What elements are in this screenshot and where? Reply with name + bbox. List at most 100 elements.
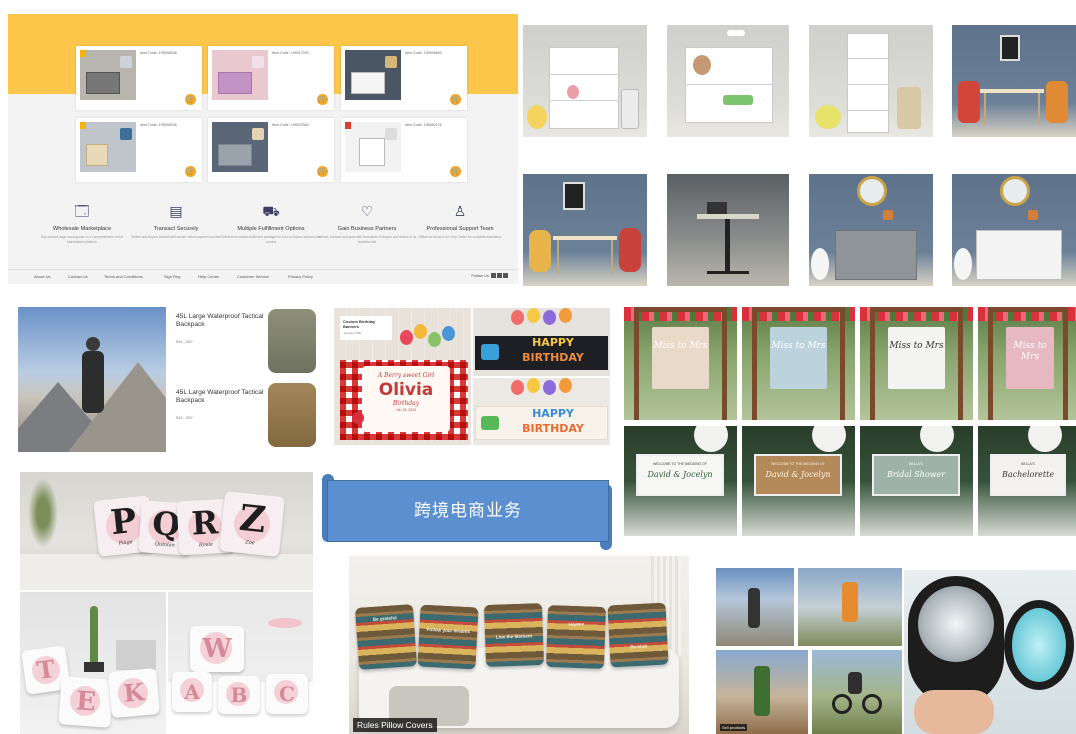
product-card[interactable]: Item Code: 199939236 🛒 — [76, 118, 202, 182]
add-to-cart-icon[interactable]: 🛒 — [185, 166, 196, 177]
hiker-green-photo — [716, 650, 808, 734]
footer-link-contact[interactable]: Contact Us — [68, 274, 88, 279]
photo-caption: Rules Pillow Covers — [353, 718, 437, 732]
product-thumb — [345, 122, 401, 172]
bookshelf — [549, 47, 619, 129]
magnifier-lens — [1004, 600, 1074, 690]
product-price: $46 - $57 — [176, 339, 193, 344]
hiker — [82, 351, 104, 413]
footer-link-sign[interactable]: Sign Reg — [164, 274, 180, 279]
letter-pillows-bed: W A B C — [168, 592, 313, 734]
item-code: Item Code: 199940176 — [405, 123, 442, 127]
product-thumb — [80, 122, 136, 172]
strawberry-icon — [352, 412, 364, 424]
product-card[interactable]: Item Code: 199938328 🛒 — [76, 46, 202, 110]
truck-icon: ⛟ — [262, 203, 280, 219]
feature-wholesale: 🗔 Wholesale Marketplace Buy and sell lar… — [32, 202, 132, 244]
feature-fulfillment: ⛟ Multiple Fulfillment Options Select fr… — [221, 203, 321, 244]
backpack-tan-image[interactable] — [268, 383, 316, 447]
rules-pillow: Follow your dreams — [417, 604, 479, 670]
item-code: Item Code: 199937864 — [272, 123, 309, 127]
letter-pillows-sofa: P Paige Q Quinlan R Rosie Z Zoe — [20, 472, 313, 590]
product-thumb — [212, 50, 268, 100]
wedding-backdrop: Miss to Mrs — [624, 307, 737, 420]
bachelorette-sign: Bella's Bachelorette — [978, 426, 1076, 536]
pillow-a: A — [172, 672, 212, 712]
add-to-cart-icon[interactable]: 🛒 — [185, 94, 196, 105]
storage-chest — [835, 230, 917, 280]
product-photo-grey-chest — [809, 174, 933, 286]
product-card[interactable]: Item Code: 199937864 🛒 — [208, 118, 334, 182]
cactus — [90, 606, 98, 666]
product-card[interactable]: Item Code: 199917092 🛒 — [208, 46, 334, 110]
feature-partners: ♡ Gain Business Partners Interact, trans… — [317, 203, 417, 244]
pillow-e: E — [58, 676, 114, 728]
birthday-banner-light: HAPPY BIRTHDAY — [473, 378, 610, 445]
product-title[interactable]: 45L Large Waterproof Tactical Backpack — [176, 313, 264, 329]
facebook-icon[interactable] — [497, 273, 502, 279]
chair-orange — [1046, 81, 1068, 123]
storefront-icon: 🗔 — [74, 203, 90, 219]
backpack-camo-image[interactable] — [268, 309, 316, 373]
shop-sign: Custom Birthday Banners Jewelery Mills — [340, 316, 392, 340]
pillow-z: Z Zoe — [219, 491, 285, 557]
runner-photo — [716, 568, 794, 646]
product-photo-standing-desk — [667, 174, 789, 286]
footer-link-about[interactable]: About Us — [34, 274, 50, 279]
lamp — [268, 618, 302, 628]
photo-caption: Sell products — [720, 724, 748, 731]
birthday-banner-olivia: Custom Birthday Banners Jewelery Mills A… — [334, 308, 471, 445]
ribbon-title: 跨境电商业务 — [414, 501, 522, 520]
plant — [28, 478, 58, 548]
backpack-hero-photo — [18, 307, 166, 452]
product-thumb — [345, 50, 401, 100]
backpack-product-list: 45L Large Waterproof Tactical Backpack $… — [166, 307, 318, 452]
birthday-banner-dark: HAPPY BIRTHDAY — [473, 308, 610, 376]
follow-us: Follow Us — [471, 273, 508, 279]
plush-toy — [527, 105, 547, 129]
footer-link-terms[interactable]: Terms and Conditions — [104, 274, 143, 279]
footer-link-help[interactable]: Help Center — [198, 274, 219, 279]
outdoor-sports-collage: Sell products — [716, 568, 902, 734]
register-icon: ▤ — [169, 203, 183, 219]
add-to-cart-icon[interactable]: 🛒 — [317, 166, 328, 177]
cyclist-photo — [812, 650, 902, 734]
business-title-ribbon: 跨境电商业务 — [322, 470, 612, 552]
product-photo-white-chest — [952, 174, 1076, 286]
pillow-k: K — [108, 667, 160, 719]
rules-pillows-photo: Be grateful Follow your dreams Live the … — [349, 556, 689, 734]
rules-pillow: HAPPY — [545, 605, 607, 669]
rules-pillow: Be grateful — [354, 604, 418, 670]
badge — [345, 122, 351, 129]
rules-pillow: Live the Moment — [483, 603, 545, 667]
add-to-cart-icon[interactable]: 🛒 — [450, 166, 461, 177]
product-card[interactable]: Item Code: 199940176 🛒 — [341, 118, 467, 182]
pillow-b: B — [218, 676, 260, 714]
item-code: Item Code: 199939663 — [405, 51, 442, 55]
feature-secure: ▤ Transact Securely Sellers and Buyers b… — [126, 202, 226, 240]
product-thumb — [80, 50, 136, 100]
rules-pillow: Be kind — [607, 602, 669, 668]
product-photo-book-display — [667, 25, 789, 137]
compass-product-photo — [904, 570, 1076, 734]
item-code: Item Code: 199917092 — [272, 51, 309, 55]
badge — [80, 122, 86, 129]
footer-link-privacy[interactable]: Privacy Policy — [288, 274, 313, 279]
hand — [914, 690, 994, 734]
add-to-cart-icon[interactable]: 🛒 — [317, 94, 328, 105]
product-card[interactable]: Item Code: 199939663 🛒 — [341, 46, 467, 110]
add-to-cart-icon[interactable]: 🛒 — [450, 94, 461, 105]
instagram-icon[interactable] — [503, 273, 508, 279]
youtube-icon[interactable] — [491, 273, 496, 279]
storage-chest — [976, 230, 1062, 280]
hiker-orange-photo — [798, 568, 902, 646]
badge — [80, 50, 86, 57]
laptop — [707, 202, 727, 214]
footer-link-service[interactable]: Customer Service — [237, 274, 269, 279]
item-code: Item Code: 199938328 — [140, 51, 177, 55]
product-title[interactable]: 45L Large Waterproof Tactical Backpack — [176, 389, 264, 405]
wedding-backdrop: Miss to Mrs — [860, 307, 973, 420]
handshake-icon: ♡ — [360, 203, 374, 219]
pillow-c: C — [266, 674, 308, 714]
site-footer: About Us Contact Us Terms and Conditions… — [8, 269, 518, 284]
